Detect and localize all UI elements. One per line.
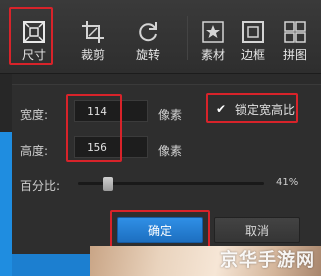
tool-border-label: 边框 bbox=[240, 48, 265, 62]
tool-crop-label: 裁剪 bbox=[80, 48, 105, 62]
tool-crop-button[interactable]: 裁剪 bbox=[78, 6, 108, 66]
cancel-button[interactable]: 取消 bbox=[214, 217, 300, 243]
height-unit-label: 像素 bbox=[158, 144, 183, 158]
rotate-icon bbox=[139, 22, 157, 42]
tool-border-button[interactable]: 边框 bbox=[238, 6, 268, 66]
width-unit-label: 像素 bbox=[158, 108, 183, 122]
tool-material-label: 素材 bbox=[200, 48, 225, 62]
tool-rotate-button[interactable]: 旋转 bbox=[133, 6, 163, 66]
canvas-edge-dark bbox=[0, 74, 12, 132]
width-label: 宽度: bbox=[20, 108, 49, 122]
tool-collage-label: 拼图 bbox=[282, 48, 307, 62]
lock-ratio-highlight bbox=[206, 93, 298, 123]
watermark-text: 京华手游网 bbox=[220, 250, 315, 271]
size-highlight bbox=[9, 7, 53, 65]
tool-material-button[interactable]: 素材 bbox=[198, 6, 228, 66]
dimension-highlight bbox=[66, 94, 122, 162]
tool-rotate-label: 旋转 bbox=[135, 48, 160, 62]
percent-slider-thumb[interactable] bbox=[103, 177, 114, 191]
height-label: 高度: bbox=[20, 144, 49, 158]
toolbar-divider bbox=[187, 16, 188, 60]
tool-collage-button[interactable]: 拼图 bbox=[280, 6, 310, 66]
percent-value: 41% bbox=[276, 177, 299, 188]
grid-icon bbox=[284, 21, 306, 43]
crop-icon bbox=[82, 21, 104, 43]
ok-highlight bbox=[110, 210, 210, 248]
star-icon bbox=[202, 21, 224, 43]
toolbar: 尺寸 裁剪 旋转 素材 边框 拼图 bbox=[0, 0, 321, 74]
frame-icon bbox=[242, 21, 264, 43]
preview-background bbox=[12, 254, 90, 276]
percent-label: 百分比: bbox=[20, 179, 61, 193]
